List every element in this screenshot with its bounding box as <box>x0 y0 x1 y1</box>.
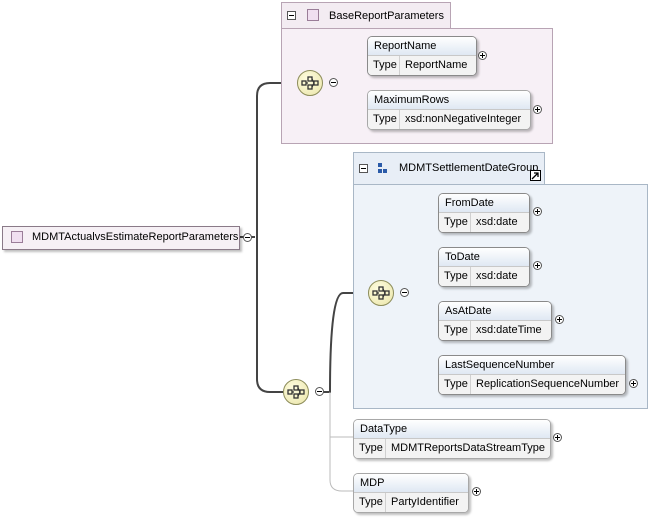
root-element[interactable]: MDMTActualvsEstimateReportParameters <box>2 226 240 250</box>
expand-plus-icon[interactable] <box>533 261 542 270</box>
collapse-minus-icon[interactable] <box>359 164 368 173</box>
element-todate[interactable]: ToDate Type xsd:date <box>438 247 530 287</box>
type-label: Type <box>439 213 471 232</box>
element-name: ReportName <box>368 37 476 56</box>
type-label: Type <box>439 321 471 340</box>
base-group-tab[interactable]: BaseReportParameters <box>281 2 451 29</box>
sequence-compositor-icon[interactable] <box>368 280 394 306</box>
collapse-minus-icon[interactable] <box>400 288 409 297</box>
base-group-title: BaseReportParameters <box>329 10 444 22</box>
expand-plus-icon[interactable] <box>555 315 564 324</box>
collapse-minus-icon[interactable] <box>315 387 324 396</box>
element-lastsequencenumber[interactable]: LastSequenceNumber Type ReplicationSequen… <box>438 355 626 395</box>
element-mdp[interactable]: MDP Type PartyIdentifier <box>353 473 469 513</box>
expand-plus-icon[interactable] <box>533 207 542 216</box>
element-name: AsAtDate <box>439 302 551 321</box>
type-value: PartyIdentifier <box>391 496 459 508</box>
type-value: xsd:dateTime <box>476 324 542 336</box>
type-label: Type <box>439 375 471 394</box>
type-label: Type <box>368 56 400 75</box>
expand-plus-icon[interactable] <box>553 433 562 442</box>
element-name: MaximumRows <box>368 91 530 110</box>
type-value: xsd:date <box>476 216 518 228</box>
expand-plus-icon[interactable] <box>478 51 487 60</box>
type-value: MDMTReportsDataStreamType <box>391 442 546 454</box>
collapse-minus-icon[interactable] <box>243 233 252 242</box>
collapse-minus-icon[interactable] <box>329 78 338 87</box>
expand-plus-icon[interactable] <box>533 105 542 114</box>
type-value: ReplicationSequenceNumber <box>476 378 620 390</box>
settlement-group-tab[interactable]: MDMTSettlementDateGroup <box>353 152 545 185</box>
element-datatype[interactable]: DataType Type MDMTReportsDataStreamType <box>353 419 551 459</box>
type-label: Type <box>354 439 386 458</box>
type-value: xsd:nonNegativeInteger <box>405 113 522 125</box>
sequence-compositor-icon[interactable] <box>297 70 323 96</box>
type-label: Type <box>368 110 400 129</box>
type-label: Type <box>354 493 386 512</box>
link-arrow-icon[interactable] <box>530 170 541 181</box>
sequence-compositor-icon[interactable] <box>283 379 309 405</box>
element-fromdate[interactable]: FromDate Type xsd:date <box>438 193 530 233</box>
element-name: DataType <box>354 420 550 439</box>
element-asatdate[interactable]: AsAtDate Type xsd:dateTime <box>438 301 552 341</box>
element-name: FromDate <box>439 194 529 213</box>
settlement-group-title: MDMTSettlementDateGroup <box>399 162 539 174</box>
group-reference-icon <box>378 163 390 175</box>
element-name: ToDate <box>439 248 529 267</box>
expand-plus-icon[interactable] <box>472 487 481 496</box>
element-maximumrows[interactable]: MaximumRows Type xsd:nonNegativeInteger <box>367 90 531 130</box>
expand-plus-icon[interactable] <box>629 379 638 388</box>
type-value: ReportName <box>405 59 468 71</box>
element-name: MDP <box>354 474 468 493</box>
group-icon <box>307 9 319 21</box>
root-element-label: MDMTActualvsEstimateReportParameters <box>32 231 239 243</box>
type-value: xsd:date <box>476 270 518 282</box>
element-reportname[interactable]: ReportName Type ReportName <box>367 36 477 76</box>
type-label: Type <box>439 267 471 286</box>
collapse-minus-icon[interactable] <box>287 11 296 20</box>
element-icon <box>11 231 23 243</box>
element-name: LastSequenceNumber <box>439 356 625 375</box>
